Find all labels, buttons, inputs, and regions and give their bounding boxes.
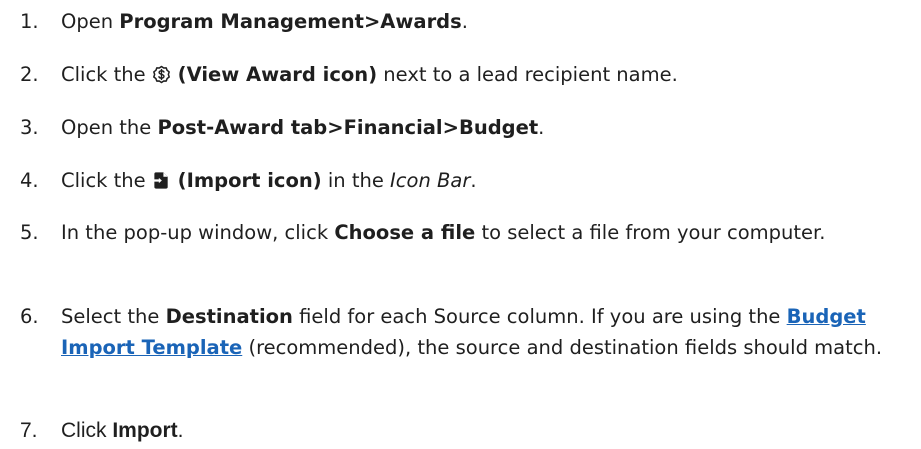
- step-text: Open Program Management>Awards.: [61, 6, 921, 37]
- step-text-run: Click the: [61, 63, 152, 86]
- step-text: In the pop-up window, click Choose a fil…: [61, 217, 921, 248]
- step-5: 5. In the pop-up window, click Choose a …: [0, 217, 921, 248]
- step-text-run: field for each Source column. If you are…: [292, 305, 787, 328]
- step-1: 1. Open Program Management>Awards.: [0, 6, 921, 37]
- step-text-run: .: [177, 419, 184, 442]
- step-text: Click Import.: [61, 415, 921, 446]
- step-text-run: Open the: [61, 116, 158, 139]
- button-reference: Choose a file: [334, 221, 476, 244]
- icon-name-label: (View Award icon): [170, 63, 378, 86]
- step-number: 6.: [20, 305, 39, 328]
- step-text-run: Open: [61, 10, 120, 33]
- step-text: Select the Destination field for each So…: [61, 301, 921, 363]
- file-import-icon: [152, 171, 171, 190]
- icon-bar-reference: Icon Bar: [390, 169, 471, 192]
- step-text: Click the (Import icon) in the Icon Bar.: [61, 165, 921, 196]
- step-number: 3.: [20, 116, 39, 139]
- step-number: 7.: [20, 419, 38, 442]
- step-text: Open the Post-Award tab>Financial>Budget…: [61, 112, 921, 143]
- step-text-run: (recommended), the source and destinatio…: [242, 336, 883, 359]
- step-text-run: next to a lead recipient name.: [377, 63, 678, 86]
- menu-path: Post-Award tab>Financial>Budget: [157, 116, 539, 139]
- step-number: 4.: [20, 169, 39, 192]
- step-text-run: .: [470, 169, 477, 192]
- icon-name-label: (Import icon): [170, 169, 322, 192]
- step-text-run: .: [461, 10, 468, 33]
- step-number: 1.: [20, 10, 39, 33]
- step-3: 3. Open the Post-Award tab>Financial>Bud…: [0, 112, 921, 143]
- step-4: 4. Click the (Import icon) in the Icon B…: [0, 165, 921, 196]
- step-text-run: in the: [321, 169, 391, 192]
- menu-path: Program Management>Awards: [119, 10, 462, 33]
- step-number: 5.: [20, 221, 39, 244]
- step-number: 2.: [20, 63, 39, 86]
- field-reference: Destination: [165, 305, 293, 328]
- button-reference: Import: [112, 419, 178, 442]
- step-text-run: Click: [61, 419, 113, 442]
- step-7: 7. Click Import.: [0, 415, 921, 446]
- step-6: 6. Select the Destination field for each…: [0, 301, 921, 363]
- step-text: Click the (View Award icon) next to a le…: [61, 59, 921, 90]
- step-text-run: .: [538, 116, 545, 139]
- step-text-run: Click the: [61, 169, 152, 192]
- step-text-run: to select a file from your computer.: [475, 221, 826, 244]
- dollar-circle-icon: [152, 65, 171, 84]
- step-2: 2. Click the (View Award icon) next to a…: [0, 59, 921, 90]
- step-text-run: Select the: [61, 305, 166, 328]
- step-text-run: In the pop-up window, click: [61, 221, 335, 244]
